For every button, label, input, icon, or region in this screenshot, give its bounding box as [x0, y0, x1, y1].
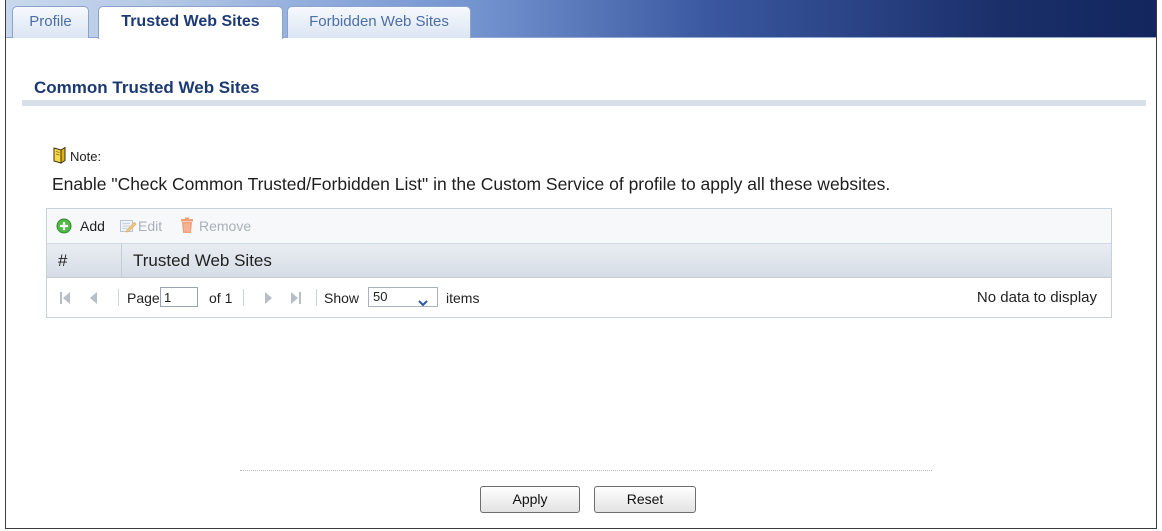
next-page-icon[interactable]	[265, 291, 272, 309]
items-label: items	[446, 290, 480, 306]
edit-icon	[119, 218, 137, 239]
page-label: Page	[127, 290, 160, 306]
tab-label: Trusted Web Sites	[121, 13, 260, 30]
pager-separator	[243, 289, 244, 306]
page-count-label: of 1	[209, 290, 233, 306]
note-label: Note:	[70, 149, 102, 164]
column-header-trusted-web-sites[interactable]: Trusted Web Sites	[133, 244, 272, 277]
prev-page-icon[interactable]	[90, 291, 97, 309]
apply-button[interactable]: Apply	[480, 486, 580, 513]
trusted-sites-table: Add Edit Remove # Trusted Web Sites Page…	[46, 208, 1112, 318]
section-rule	[22, 100, 1146, 106]
note-icon	[52, 146, 68, 164]
table-header: # Trusted Web Sites	[47, 244, 1111, 278]
note-text: Enable "Check Common Trusted/Forbidden L…	[52, 174, 891, 194]
tab-bar: Profile Trusted Web Sites Forbidden Web …	[6, 0, 1156, 39]
column-header-index[interactable]: #	[58, 244, 67, 277]
table-toolbar: Add Edit Remove	[47, 209, 1111, 244]
add-icon[interactable]	[56, 218, 72, 239]
show-label: Show	[324, 290, 360, 306]
column-divider[interactable]	[121, 244, 122, 277]
first-page-icon[interactable]	[60, 291, 70, 309]
edit-button[interactable]: Edit	[138, 217, 162, 235]
tab-trusted-web-sites[interactable]: Trusted Web Sites	[98, 6, 283, 39]
button-divider	[240, 470, 932, 471]
tab-label: Profile	[29, 13, 72, 30]
pagination-bar: Page of 1 Show 50 items No data to displ…	[47, 278, 1111, 317]
section-title: Common Trusted Web Sites	[34, 78, 260, 97]
tab-profile[interactable]: Profile	[12, 6, 89, 38]
pager-status: No data to display	[976, 289, 1097, 306]
remove-button[interactable]: Remove	[199, 217, 251, 235]
pager-separator	[118, 289, 119, 306]
items-per-page-select[interactable]: 50	[368, 287, 438, 307]
tab-forbidden-web-sites[interactable]: Forbidden Web Sites	[287, 6, 471, 38]
last-page-icon[interactable]	[291, 291, 301, 309]
reset-button[interactable]: Reset	[594, 486, 696, 513]
tab-label: Forbidden Web Sites	[309, 13, 449, 30]
pager-separator	[316, 289, 317, 306]
trash-icon	[180, 217, 194, 239]
add-button[interactable]: Add	[80, 217, 105, 235]
items-per-page-value: 50	[373, 289, 388, 304]
chevron-down-icon[interactable]	[418, 294, 428, 312]
page-number-input[interactable]	[160, 287, 198, 307]
